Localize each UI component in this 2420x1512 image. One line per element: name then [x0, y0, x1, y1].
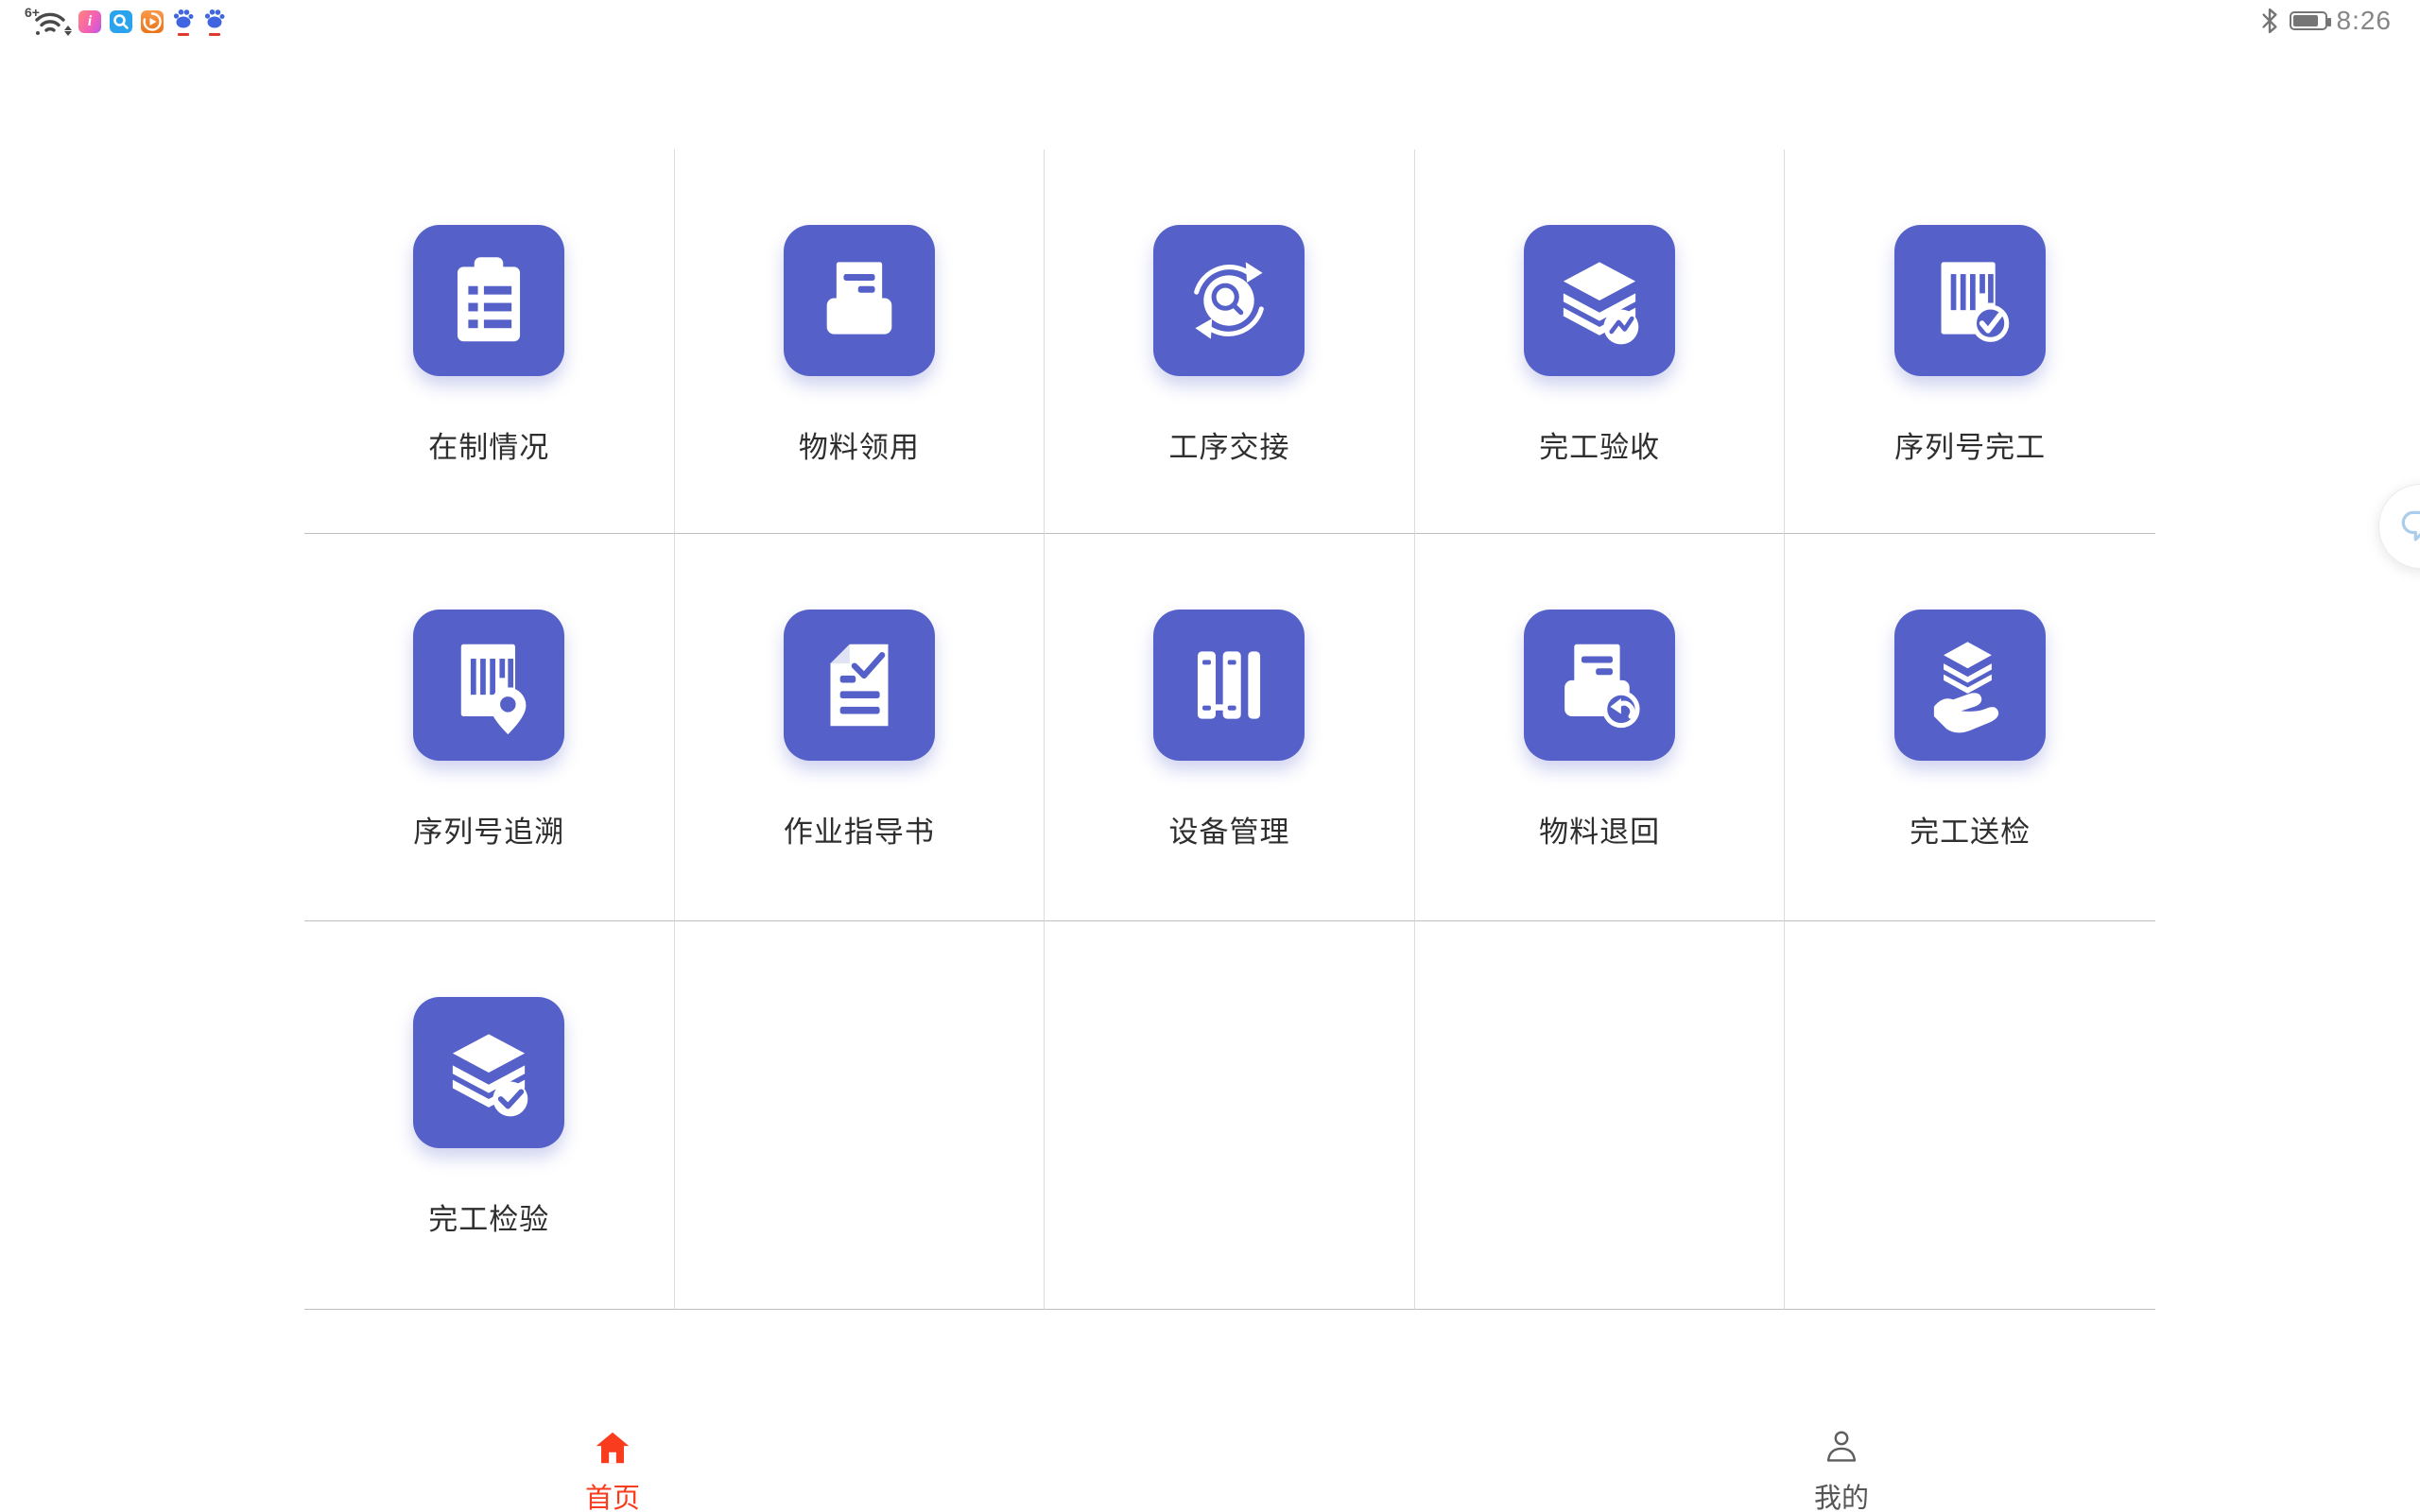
person-icon — [1819, 1425, 1864, 1470]
status-bar: 6+ i — [0, 0, 2420, 45]
serial-trace-barcode-pin-icon — [413, 610, 564, 761]
home-icon — [590, 1425, 635, 1470]
equipment-racks-icon — [1153, 610, 1305, 761]
function-grid: 在制情况 物料领用 — [304, 149, 2155, 1310]
clipboard-list-icon — [413, 225, 564, 376]
work-instruction-doc-check-icon — [784, 610, 935, 761]
grid-item-label: 序列号追溯 — [413, 808, 564, 850]
baidu-paw-icon — [203, 8, 226, 36]
status-bar-left: 6+ i — [26, 6, 226, 38]
battery-icon — [2290, 11, 2327, 30]
wifi-dot — [36, 31, 40, 35]
grid-item-work-instruction[interactable]: 作业指导书 — [675, 534, 1046, 921]
info-app-icon: i — [78, 10, 101, 33]
chat-fab[interactable] — [2378, 484, 2420, 569]
grid-item-label: 在制情况 — [428, 423, 549, 466]
grid-item-label: 作业指导书 — [784, 808, 935, 850]
clock-time: 8:26 — [2337, 6, 2393, 36]
serial-complete-barcode-check-icon — [1894, 225, 2046, 376]
video-app-icon — [141, 10, 164, 33]
completion-inspection-layers-check-icon — [413, 997, 564, 1148]
tab-mine-label: 我的 — [1814, 1476, 1869, 1512]
grid-item-serial-trace[interactable]: 序列号追溯 — [304, 534, 675, 921]
grid-item-process-handover[interactable]: 工序交接 — [1045, 149, 1415, 534]
completion-submit-hand-layers-icon — [1894, 610, 2046, 761]
grid-item-label: 物料退回 — [1539, 808, 1660, 850]
app-home-screen: 6+ i — [0, 0, 2420, 1512]
grid-item-completion-inspection[interactable]: 完工检验 — [304, 921, 675, 1310]
grid-item-label: 序列号完工 — [1894, 423, 2046, 466]
grid-item-wip-status[interactable]: 在制情况 — [304, 149, 675, 534]
grid-item-label: 完工检验 — [428, 1195, 549, 1238]
data-arrows-icon — [64, 26, 72, 36]
completion-acceptance-layers-icon — [1524, 225, 1675, 376]
grid-item-equipment-management[interactable]: 设备管理 — [1045, 534, 1415, 921]
tab-home-label: 首页 — [585, 1476, 640, 1512]
grid-item-serial-completion[interactable]: 序列号完工 — [1785, 149, 2155, 534]
wifi-icon: 6+ — [26, 6, 70, 38]
tab-mine[interactable]: 我的 — [1761, 1425, 1922, 1512]
grid-item-completion-submit[interactable]: 完工送检 — [1785, 534, 2155, 921]
grid-item-label: 完工验收 — [1539, 423, 1660, 466]
process-handover-sync-search-icon — [1153, 225, 1305, 376]
chat-bubble-icon — [2396, 502, 2420, 551]
grid-item-material-request[interactable]: 物料领用 — [675, 149, 1046, 534]
grid-cell-empty — [1415, 921, 1786, 1310]
grid-item-label: 设备管理 — [1168, 808, 1289, 850]
baidu-paw-icon — [172, 8, 195, 36]
status-bar-right: 8:26 — [2259, 6, 2393, 36]
grid-cell-empty — [1045, 921, 1415, 1310]
grid-item-completion-acceptance[interactable]: 完工验收 — [1415, 149, 1786, 534]
grid-cell-empty — [1785, 921, 2155, 1310]
grid-item-label: 物料领用 — [799, 423, 920, 466]
tab-home[interactable]: 首页 — [532, 1425, 693, 1512]
grid-item-label: 完工送检 — [1910, 808, 2031, 850]
grid-item-label: 工序交接 — [1168, 423, 1289, 466]
material-return-tray-icon — [1524, 610, 1675, 761]
grid-item-material-return[interactable]: 物料退回 — [1415, 534, 1786, 921]
search-app-icon — [110, 10, 132, 33]
material-request-tray-icon — [784, 225, 935, 376]
bluetooth-icon — [2259, 6, 2280, 36]
grid-cell-empty — [675, 921, 1046, 1310]
